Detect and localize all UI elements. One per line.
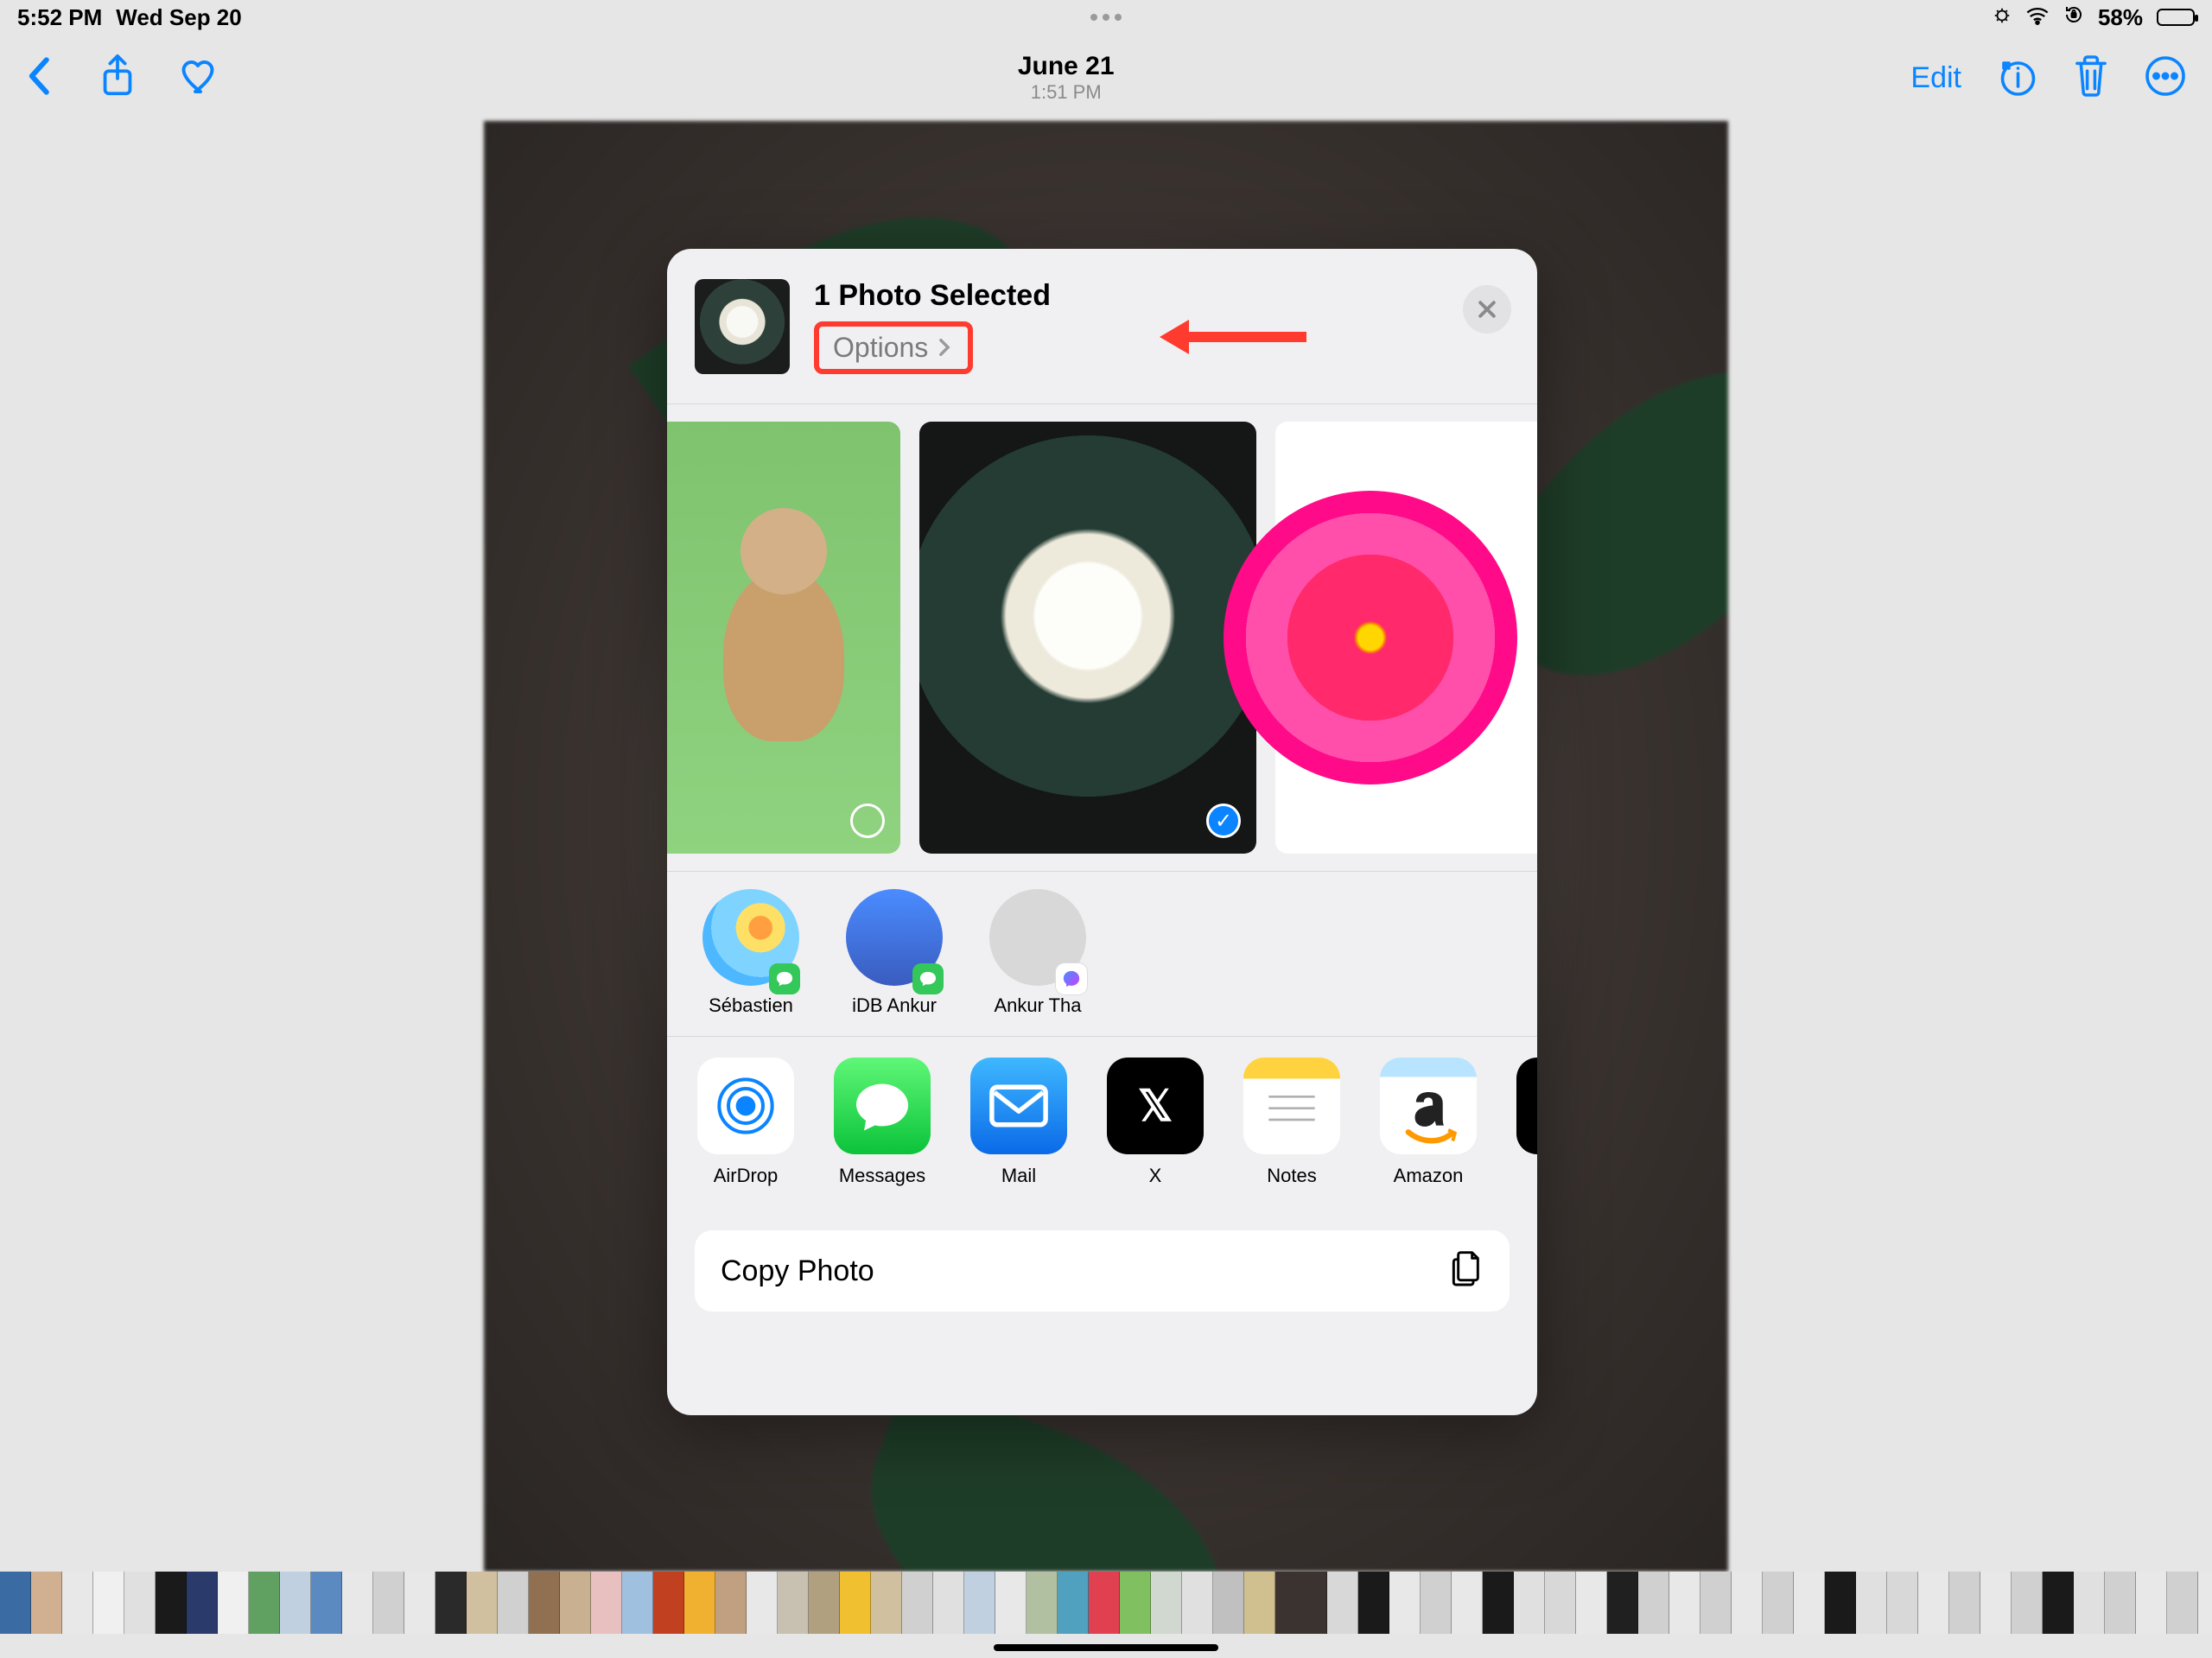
share-actions-list: Copy Photo <box>667 1210 1537 1332</box>
contact-name: Ankur Tha <box>982 994 1094 1017</box>
share-contacts-row[interactable]: Sébastien iDB Ankur Ankur Tha <box>667 872 1537 1036</box>
status-date: Wed Sep 20 <box>116 4 241 31</box>
share-contact[interactable]: Ankur Tha <box>982 889 1094 1036</box>
share-thumbnail <box>695 279 790 374</box>
app-label: Notes <box>1241 1165 1343 1187</box>
x-icon: 𝕏 <box>1107 1058 1204 1154</box>
app-icon <box>1516 1058 1537 1154</box>
rotation-lock-icon <box>2063 4 2084 31</box>
contact-name: iDB Ankur <box>838 994 950 1017</box>
share-app-amazon[interactable]: Amazon <box>1377 1058 1479 1210</box>
app-label: AirDrop <box>695 1165 797 1187</box>
messenger-badge-icon <box>1056 963 1087 994</box>
app-label: Th <box>1514 1165 1537 1187</box>
more-button[interactable] <box>2145 55 2186 101</box>
messages-badge-icon <box>769 963 800 994</box>
messages-icon <box>834 1058 931 1154</box>
selection-check-icon[interactable]: ✓ <box>1206 804 1241 838</box>
share-button[interactable] <box>99 54 137 103</box>
selection-ring-icon[interactable] <box>850 804 885 838</box>
options-label: Options <box>833 332 928 364</box>
app-label: Messages <box>831 1165 933 1187</box>
trash-button[interactable] <box>2072 54 2110 102</box>
back-button[interactable] <box>26 55 55 101</box>
photo-toolbar: June 21 1:51 PM Edit <box>0 35 2212 121</box>
share-contact[interactable]: iDB Ankur <box>838 889 950 1036</box>
share-app-airdrop[interactable]: AirDrop <box>695 1058 797 1210</box>
airdrop-icon <box>697 1058 794 1154</box>
copy-icon <box>1449 1248 1484 1295</box>
share-app-mail[interactable]: Mail <box>968 1058 1070 1210</box>
app-label: X <box>1104 1165 1206 1187</box>
dnd-icon <box>1993 4 2012 31</box>
mail-icon <box>970 1058 1067 1154</box>
close-button[interactable] <box>1463 285 1511 334</box>
status-time: 5:52 PM <box>17 4 102 31</box>
multitask-handle[interactable] <box>1090 14 1122 21</box>
amazon-icon <box>1380 1058 1477 1154</box>
favorite-button[interactable] <box>180 57 221 99</box>
share-app-notes[interactable]: Notes <box>1241 1058 1343 1210</box>
info-button[interactable] <box>1996 55 2037 101</box>
share-app-partial[interactable]: Th <box>1514 1058 1537 1210</box>
battery-percent: 58% <box>2098 4 2143 31</box>
share-photo-carousel[interactable]: ✓ <box>667 404 1537 871</box>
annotation-arrow <box>1160 327 1306 347</box>
share-apps-row[interactable]: AirDrop Messages Mail 𝕏 X Notes <box>667 1037 1537 1210</box>
app-label: Amazon <box>1377 1165 1479 1187</box>
thumbnail-strip[interactable] <box>0 1572 2212 1634</box>
share-sheet: 1 Photo Selected Options ✓ <box>667 249 1537 1415</box>
share-photo-item[interactable] <box>667 422 900 854</box>
edit-button[interactable]: Edit <box>1910 61 1961 95</box>
wifi-icon <box>2025 4 2050 31</box>
share-contact[interactable]: Sébastien <box>695 889 807 1036</box>
share-title: 1 Photo Selected <box>814 279 1051 313</box>
share-app-messages[interactable]: Messages <box>831 1058 933 1210</box>
share-options-button[interactable]: Options <box>814 321 973 374</box>
share-sheet-header: 1 Photo Selected Options <box>667 249 1537 404</box>
notes-icon <box>1243 1058 1340 1154</box>
copy-photo-action[interactable]: Copy Photo <box>695 1230 1510 1312</box>
action-label: Copy Photo <box>721 1255 874 1288</box>
photo-time: 1:51 PM <box>1018 81 1115 104</box>
home-indicator[interactable] <box>994 1644 1218 1651</box>
share-photo-item[interactable]: ✓ <box>919 422 1256 854</box>
battery-icon <box>2157 9 2195 26</box>
app-label: Mail <box>968 1165 1070 1187</box>
share-app-x[interactable]: 𝕏 X <box>1104 1058 1206 1210</box>
photo-date: June 21 <box>1018 52 1115 81</box>
contact-name: Sébastien <box>695 994 807 1017</box>
messages-badge-icon <box>912 963 944 994</box>
status-bar: 5:52 PM Wed Sep 20 58% <box>0 0 2212 35</box>
share-photo-item[interactable] <box>1275 422 1537 854</box>
